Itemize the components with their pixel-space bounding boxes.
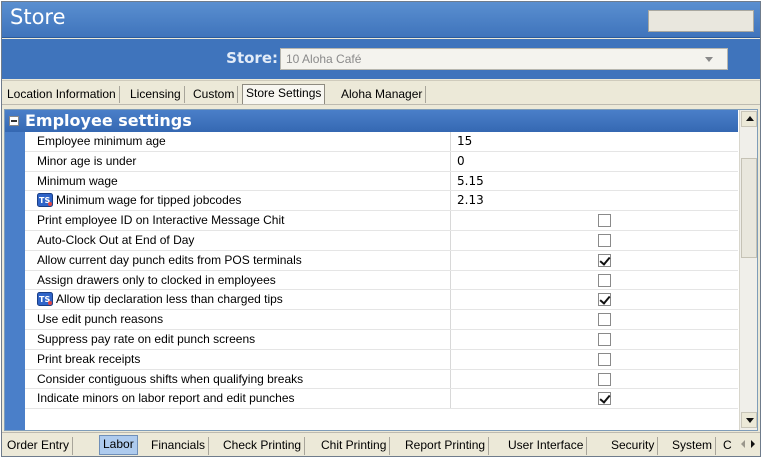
setting-row[interactable]: Auto-Clock Out at End of Day — [25, 230, 738, 251]
setting-checkbox-cell — [451, 330, 738, 349]
bottom-tab-strip: Order Entry Labor Financials Check Print… — [2, 432, 760, 456]
setting-label: Consider contiguous shifts when qualifyi… — [25, 369, 451, 389]
setting-checkbox-cell — [451, 211, 738, 230]
ts-icon: TS — [37, 292, 53, 307]
settings-grid: Employee settings Employee minimum age 1… — [4, 109, 758, 431]
chevron-down-icon[interactable] — [705, 57, 713, 62]
setting-checkbox[interactable] — [598, 293, 611, 307]
setting-row[interactable]: Print employee ID on Interactive Message… — [25, 211, 738, 231]
tab-chit-printing[interactable]: Chit Printing — [318, 437, 391, 455]
settings-rows: Employee minimum age 15 Minor age is und… — [25, 132, 738, 410]
setting-label: Minor age is under — [25, 151, 451, 171]
tab-system[interactable]: System — [669, 437, 717, 455]
setting-label: Assign drawers only to clocked in employ… — [25, 270, 451, 290]
setting-label: Allow current day punch edits from POS t… — [25, 250, 451, 270]
setting-label-with-icon: TS Allow tip declaration less than charg… — [25, 290, 451, 310]
setting-value[interactable]: 5.15 — [451, 172, 738, 191]
setting-label: Indicate minors on labor report and edit… — [25, 389, 451, 409]
setting-label: Auto-Clock Out at End of Day — [25, 230, 451, 250]
setting-checkbox[interactable] — [598, 332, 611, 346]
setting-checkbox[interactable] — [598, 273, 611, 287]
setting-checkbox-cell — [451, 290, 738, 309]
store-dropdown[interactable]: 10 Aloha Café — [280, 48, 728, 70]
tab-financials[interactable]: Financials — [148, 437, 210, 455]
setting-row[interactable]: Indicate minors on labor report and edit… — [25, 389, 738, 410]
setting-value[interactable]: 0 — [451, 152, 738, 171]
setting-label-with-icon: TS Minimum wage for tipped jobcodes — [25, 191, 451, 211]
tab-scroll-left-icon[interactable] — [741, 440, 745, 448]
setting-row[interactable]: Assign drawers only to clocked in employ… — [25, 270, 738, 291]
setting-checkbox[interactable] — [598, 372, 611, 386]
scroll-down-button[interactable] — [741, 412, 757, 428]
title-search-box[interactable] — [648, 10, 754, 32]
setting-checkbox[interactable] — [598, 352, 611, 366]
setting-value[interactable]: 2.13 — [451, 191, 738, 210]
store-dropdown-value: 10 Aloha Café — [286, 52, 362, 66]
tab-truncated[interactable]: C — [720, 437, 735, 455]
setting-checkbox-cell — [451, 310, 738, 329]
tab-order-entry[interactable]: Order Entry — [4, 437, 74, 455]
tab-store-settings[interactable]: Store Settings — [242, 84, 326, 104]
store-window: Store Store: 10 Aloha Café Location Info… — [1, 1, 761, 457]
setting-checkbox[interactable] — [598, 253, 611, 267]
category-title: Employee settings — [25, 111, 192, 130]
tab-labor[interactable]: Labor — [99, 435, 138, 455]
setting-row[interactable]: TS Minimum wage for tipped jobcodes 2.13 — [25, 191, 738, 212]
arrow-up-icon — [746, 116, 754, 121]
category-indent-bar — [5, 132, 25, 430]
top-tab-strip: Location Information Licensing Custom St… — [2, 80, 760, 105]
setting-label: Print break receipts — [25, 349, 451, 369]
tab-location-information[interactable]: Location Information — [4, 86, 120, 103]
vertical-scrollbar[interactable] — [739, 110, 757, 430]
setting-checkbox-cell — [451, 370, 738, 389]
ts-icon: TS — [37, 193, 53, 208]
arrow-down-icon — [746, 418, 754, 423]
setting-label: Employee minimum age — [25, 132, 451, 151]
tab-aloha-manager[interactable]: Aloha Manager — [338, 86, 427, 103]
setting-row[interactable]: Use edit punch reasons — [25, 310, 738, 330]
setting-checkbox[interactable] — [598, 392, 611, 406]
scroll-thumb[interactable] — [741, 158, 757, 258]
tab-scroll-right-icon[interactable] — [751, 440, 755, 448]
setting-row[interactable]: TS Allow tip declaration less than charg… — [25, 290, 738, 311]
setting-row[interactable]: Minor age is under 0 — [25, 151, 738, 172]
setting-label-text: Minimum wage for tipped jobcodes — [56, 193, 242, 208]
setting-label: Minimum wage — [25, 171, 451, 191]
tab-report-printing[interactable]: Report Printing — [402, 437, 490, 455]
setting-checkbox[interactable] — [598, 233, 611, 247]
tab-security[interactable]: Security — [608, 437, 659, 455]
setting-checkbox[interactable] — [598, 313, 611, 327]
collapse-icon[interactable] — [9, 116, 19, 126]
store-selector-row: Store: 10 Aloha Café — [2, 39, 760, 79]
title-bar: Store — [2, 2, 760, 38]
scroll-up-button[interactable] — [741, 111, 757, 127]
setting-row[interactable]: Suppress pay rate on edit punch screens — [25, 329, 738, 350]
setting-checkbox-cell — [451, 251, 738, 270]
setting-row[interactable]: Print break receipts — [25, 349, 738, 370]
tab-user-interface[interactable]: User Interface — [505, 437, 588, 455]
tab-custom[interactable]: Custom — [190, 86, 239, 103]
setting-label: Suppress pay rate on edit punch screens — [25, 329, 451, 349]
setting-value[interactable]: 15 — [451, 132, 738, 151]
setting-label-text: Allow tip declaration less than charged … — [56, 292, 283, 307]
setting-row[interactable]: Allow current day punch edits from POS t… — [25, 250, 738, 271]
setting-checkbox[interactable] — [598, 214, 611, 228]
setting-checkbox-cell — [451, 350, 738, 369]
setting-row[interactable]: Employee minimum age 15 — [25, 132, 738, 152]
category-header[interactable]: Employee settings — [5, 110, 738, 132]
setting-row[interactable]: Consider contiguous shifts when qualifyi… — [25, 369, 738, 390]
setting-checkbox-cell — [451, 231, 738, 250]
setting-row[interactable]: Minimum wage 5.15 — [25, 171, 738, 192]
setting-label: Print employee ID on Interactive Message… — [25, 211, 451, 230]
setting-checkbox-cell — [451, 389, 738, 408]
store-label: Store: — [226, 49, 278, 67]
setting-label: Use edit punch reasons — [25, 310, 451, 329]
tab-check-printing[interactable]: Check Printing — [220, 437, 306, 455]
window-title: Store — [10, 5, 66, 29]
setting-checkbox-cell — [451, 271, 738, 290]
tab-licensing[interactable]: Licensing — [127, 86, 185, 103]
